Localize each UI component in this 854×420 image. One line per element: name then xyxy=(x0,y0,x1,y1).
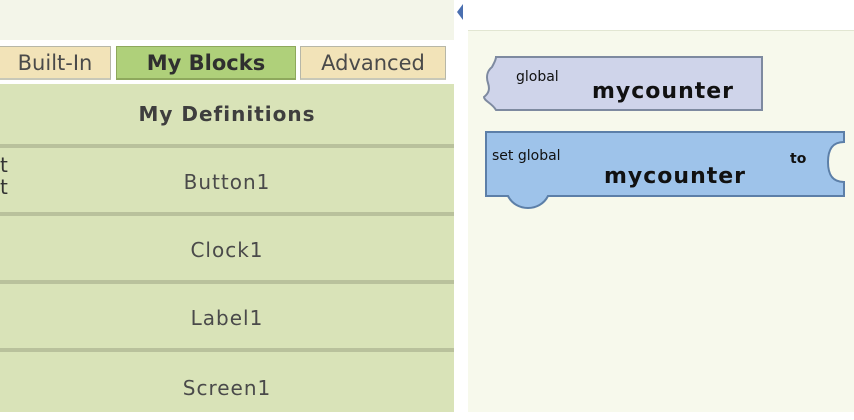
drawer-item-label1[interactable]: Label1 xyxy=(0,288,454,352)
workspace-top-bar xyxy=(468,0,854,31)
palette-tabs: Built-In My Blocks Advanced xyxy=(0,46,454,82)
set-global-mycounter-block[interactable]: set global mycounter to xyxy=(482,128,846,210)
splitter-arrow-icon[interactable] xyxy=(457,4,463,20)
global-block-variable-name: mycounter xyxy=(592,79,735,104)
set-block-suffix: to xyxy=(790,151,807,167)
tab-advanced[interactable]: Advanced xyxy=(300,46,446,80)
drawer-item-screen1[interactable]: Screen1 xyxy=(0,356,454,420)
tab-my-blocks[interactable]: My Blocks xyxy=(116,46,296,80)
clipped-text-line: t xyxy=(0,153,8,177)
drawer-header-my-definitions[interactable]: My Definitions xyxy=(0,84,454,148)
tab-built-in[interactable]: Built-In xyxy=(0,46,111,80)
splitter[interactable] xyxy=(454,0,468,412)
palette-top-strip xyxy=(0,0,454,40)
clipped-text: t t xyxy=(0,154,8,198)
drawer-item-clock1[interactable]: Clock1 xyxy=(0,220,454,284)
set-block-variable-name: mycounter xyxy=(604,164,747,189)
blocks-workspace[interactable]: global mycounter set global mycounter to xyxy=(468,0,854,412)
blocks-drawer-list: My Definitions Button1 Clock1 Label1 Scr… xyxy=(0,84,454,412)
clipped-text-line: t xyxy=(0,175,8,199)
drawer-item-button1[interactable]: Button1 xyxy=(0,152,454,216)
set-block-prefix: set global xyxy=(492,148,561,164)
global-block-prefix: global xyxy=(516,69,559,85)
global-mycounter-block[interactable]: global mycounter xyxy=(482,55,767,115)
